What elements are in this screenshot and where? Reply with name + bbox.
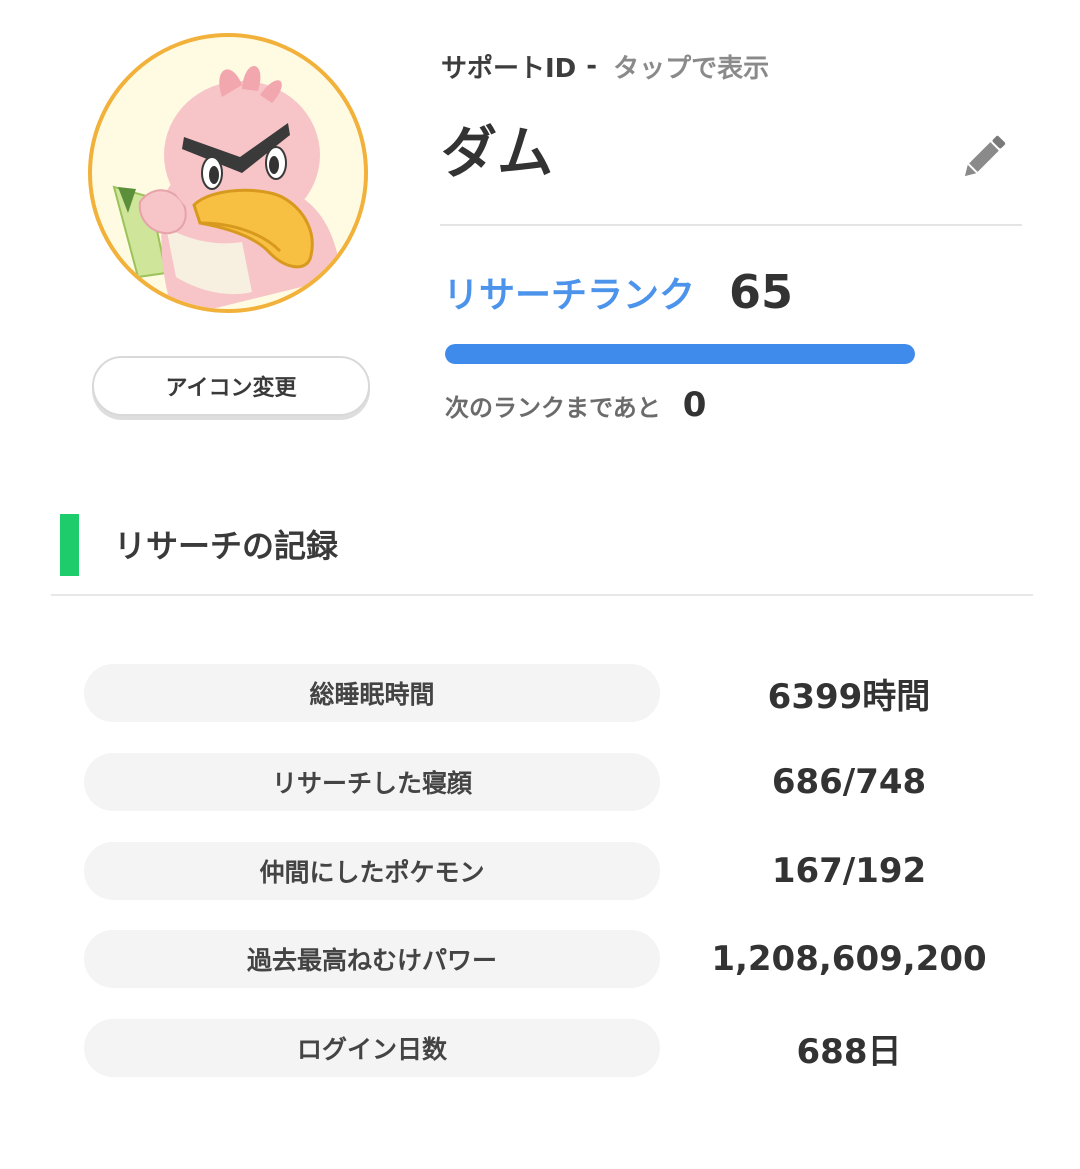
stat-row-max-drowsy-power: 過去最高ねむけパワー 1,208,609,200 [84, 930, 1024, 988]
change-icon-button[interactable]: アイコン変更 [92, 356, 370, 416]
support-id-label: サポートID [441, 53, 577, 84]
next-rank-value: 0 [682, 385, 707, 425]
stat-label: 仲間にしたポケモン [84, 842, 660, 900]
section-accent-bar [60, 514, 79, 576]
stat-value: 6399時間 [767, 676, 931, 717]
research-rank-row: リサーチランク 65 [443, 262, 793, 322]
stat-value: 1,208,609,200 [711, 939, 987, 979]
next-rank-row: 次のランクまであと 0 [445, 382, 706, 428]
support-id-separator: - [586, 51, 598, 81]
records-section-title: リサーチの記録 [114, 527, 339, 565]
player-name: ダム [441, 121, 553, 186]
stat-row-sleep-styles: リサーチした寝顔 686/748 [84, 753, 1024, 811]
stat-label: 総睡眠時間 [84, 664, 660, 722]
support-id-reveal-link[interactable]: タップで表示 [613, 48, 769, 85]
research-rank-label: リサーチランク [443, 275, 696, 316]
section-divider [51, 594, 1033, 596]
stat-label: 過去最高ねむけパワー [84, 930, 660, 988]
stat-value: 686/748 [771, 762, 927, 802]
stat-label: リサーチした寝顔 [84, 753, 660, 811]
stat-label: ログイン日数 [84, 1019, 660, 1077]
stat-value: 688日 [796, 1031, 902, 1072]
farfetchd-avatar-icon [112, 65, 342, 309]
pencil-icon [964, 135, 1006, 177]
stat-row-login-days: ログイン日数 688日 [84, 1019, 1024, 1077]
avatar [88, 33, 368, 313]
name-divider [440, 224, 1022, 226]
edit-name-button[interactable] [955, 128, 1013, 186]
support-id-row: サポートID - タップで表示 [441, 46, 769, 86]
next-rank-label: 次のランクまであと [445, 393, 661, 422]
research-rank-value: 65 [729, 265, 794, 319]
rank-progress-bar [445, 344, 915, 364]
stat-row-pokemon-befriended: 仲間にしたポケモン 167/192 [84, 842, 1024, 900]
rank-progress-fill [445, 344, 915, 364]
stat-row-total-sleep: 総睡眠時間 6399時間 [84, 664, 1024, 722]
stat-value: 167/192 [771, 851, 927, 891]
